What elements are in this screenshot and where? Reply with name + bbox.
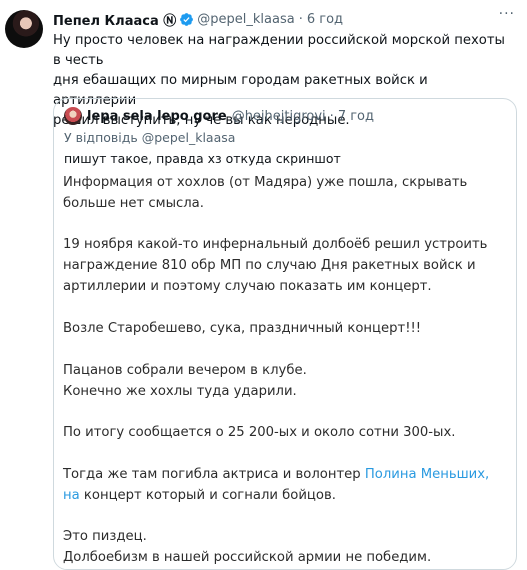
attached-screenshot-image[interactable]: Информация от хохлов (от Мадяра) уже пош… [55, 171, 515, 569]
screenshot-line: 19 ноября какой-то инфернальный долбоёб … [63, 237, 488, 252]
quoted-tweet-text: пишут такое, правда хз откуда скриншот [64, 151, 341, 166]
quoted-author-name[interactable]: lepa sela lepo gore [87, 109, 227, 124]
screenshot-line: на концерт который и согнали бойцов. [63, 486, 508, 506]
screenshot-line: Долбоебизм в нашей российской армии не п… [63, 550, 432, 565]
author-name[interactable]: Пепел Клааса Ⓝ [53, 10, 176, 29]
screenshot-line: Это пиздец. [63, 529, 147, 544]
screenshot-line: Пацанов собрали вечером в клубе. [63, 363, 307, 378]
verified-badge-icon [180, 12, 194, 26]
reply-to-link[interactable]: @pepel_klaasa [142, 130, 236, 145]
quoted-author-handle[interactable]: @hejhejtigrovi [232, 109, 326, 124]
author-handle[interactable]: @pepel_klaasa [197, 12, 294, 27]
tweet-timestamp[interactable]: 6 год [307, 12, 343, 27]
screenshot-line: По итогу сообщается о 25 200-ых и около … [63, 425, 456, 440]
quoted-tweet-header: lepa sela lepo gore @hejhejtigrovi · 7 г… [64, 107, 374, 125]
screenshot-line: Тогда же там погибла актриса и волонтер … [63, 465, 508, 485]
screenshot-line: артиллерии и поэтому случаю показать им … [63, 279, 432, 294]
reply-context: У відповідь @pepel_klaasa [64, 130, 235, 145]
screenshot-line: больше нет смысла. [63, 196, 204, 211]
author-name-text[interactable]: Пепел Клааса [53, 14, 159, 29]
more-options-icon[interactable]: ··· [499, 6, 515, 22]
author-avatar[interactable] [5, 10, 43, 48]
screenshot-text: концерт который и согнали бойцов. [79, 488, 336, 503]
quoted-tweet-timestamp[interactable]: 7 год [338, 109, 374, 124]
screenshot-link: на [63, 488, 80, 503]
reply-prefix: У відповідь [64, 130, 138, 145]
screenshot-line: Конечно же хохлы туда ударили. [63, 384, 297, 399]
author-name-glyph: Ⓝ [163, 13, 177, 29]
quoted-author-avatar[interactable] [64, 107, 82, 125]
header-separator: · [298, 11, 303, 27]
quoted-header-separator: · [329, 108, 334, 124]
screenshot-line: награждение 810 обр МП по случаю Дня рак… [63, 258, 476, 273]
quoted-tweet[interactable]: lepa sela lepo gore @hejhejtigrovi · 7 г… [53, 98, 517, 570]
screenshot-text: Тогда же там погибла актриса и волонтер [63, 467, 365, 482]
tweet-header: Пепел Клааса Ⓝ @pepel_klaasa · 6 год [53, 10, 515, 29]
screenshot-link: Полина Меньших, [364, 467, 490, 482]
screenshot-line: Возле Старобешево, сука, праздничный кон… [63, 321, 422, 336]
tweet: Пепел Клааса Ⓝ @pepel_klaasa · 6 год ···… [0, 0, 527, 570]
screenshot-line: Информация от хохлов (от Мадяра) уже пош… [63, 175, 468, 190]
